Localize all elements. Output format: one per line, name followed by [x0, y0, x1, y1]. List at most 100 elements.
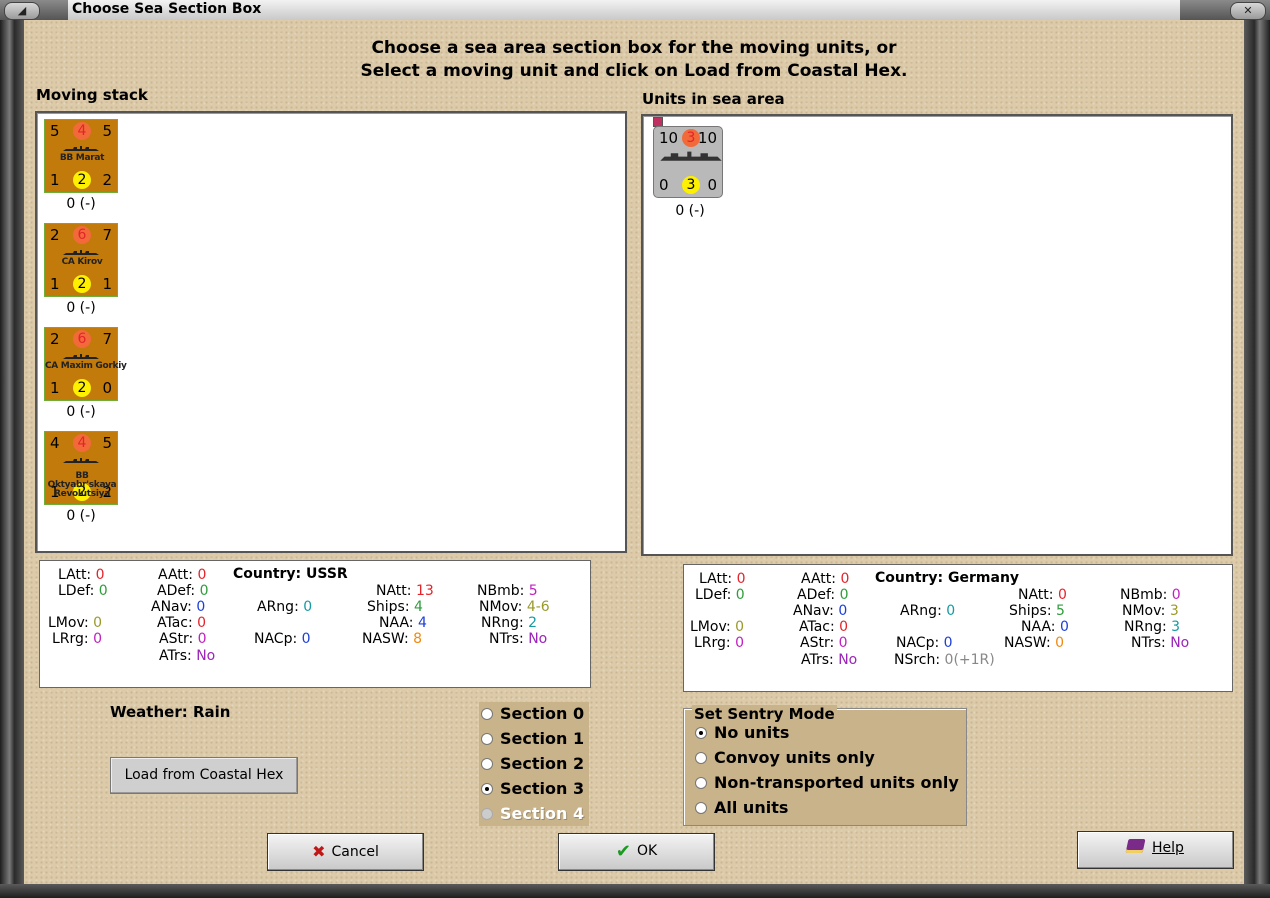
weather-label: Weather:	[110, 703, 188, 721]
unit-counter[interactable]: 5 4 5 1 2 2 BB Marat 0 (-)	[44, 119, 118, 217]
counter-movement-value: 7	[102, 330, 112, 348]
counter-center-bottom-value: 3	[682, 176, 700, 194]
radio-button-icon	[695, 727, 707, 739]
ok-button-label: OK	[636, 843, 658, 859]
unit-counter[interactable]: 2 6 7 1 2 1 CA Kirov 0 (-)	[44, 223, 118, 321]
title-bar-left-ornament: ◢	[0, 0, 68, 20]
stat-ldef: LDef: 0	[58, 583, 108, 599]
radio-button-icon	[695, 777, 707, 789]
stat-atrs: ATrs: No	[801, 652, 858, 668]
stat-nacp: NACp: 0	[896, 635, 953, 651]
stat-atac: ATac: 0	[799, 619, 849, 635]
counter-bottom-right-value: 2	[102, 171, 112, 189]
warship-icon	[63, 458, 99, 463]
unit-name: BB Marat	[59, 153, 105, 163]
x-icon: ✖	[312, 842, 326, 861]
section-label: Section 1	[500, 729, 585, 748]
stat-nmov: NMov: 4-6	[479, 599, 550, 615]
section-label: Section 4	[500, 804, 585, 823]
counter-attack-value: 4	[50, 434, 60, 452]
moving-stack-list[interactable]: 5 4 5 1 2 2 BB Marat 0 (-) 2 6 7 1 2 1 CA Kirov 0 (-) 2 6…	[35, 111, 627, 553]
cancel-button-label: Cancel	[331, 844, 379, 860]
load-from-coastal-hex-button[interactable]: Load from Coastal Hex	[110, 757, 298, 794]
weather-value: Rain	[192, 703, 231, 721]
section-2-radio[interactable]: Section 2	[481, 754, 584, 773]
stat-anav: ANav: 0	[793, 603, 848, 619]
radio-button-icon	[695, 802, 707, 814]
ok-button[interactable]: ✔ OK	[558, 833, 715, 871]
section-label: Section 2	[500, 754, 585, 773]
unit-value: 0 (-)	[66, 196, 96, 212]
stat-naa: NAA: 0	[1021, 619, 1069, 635]
sentry-option-label: Convoy units only	[714, 748, 875, 767]
stat-lrrg: LRrg: 0	[52, 631, 103, 647]
radio-button-icon	[481, 708, 493, 720]
radio-button-icon	[481, 808, 493, 820]
checkmark-icon: ✔	[615, 841, 631, 862]
section-label: Section 0	[500, 704, 585, 723]
sentry-option-0-radio[interactable]: No units	[695, 723, 789, 742]
counter-attack-value: 10	[659, 129, 679, 147]
stat-ldef: LDef: 0	[695, 587, 745, 603]
stat-atrs: ATrs: No	[159, 648, 216, 664]
sea-area-unit-list[interactable]: 10 3 10 0 3 0 0 (-)	[641, 114, 1233, 556]
title-bar-right-ornament: ✕	[1180, 0, 1270, 20]
radio-button-icon	[695, 752, 707, 764]
stat-natt: NAtt: 13	[376, 583, 434, 599]
unit-counter-face: 2 6 7 1 2 0 CA Maxim Gorkiy	[44, 327, 127, 401]
section-3-radio[interactable]: Section 3	[481, 779, 584, 798]
sea-unit-stats: LAtt: 0 LDef: 0 LMov: 0 LRrg: 0 AAtt: 0 …	[683, 564, 1233, 692]
stat-astr: AStr: 0	[800, 635, 848, 651]
warship-icon	[63, 354, 99, 359]
stat-nrng: NRng: 2	[481, 615, 538, 631]
counter-center-bottom-value: 2	[73, 379, 91, 397]
unit-counter-face: 10 3 10 0 3 0	[653, 126, 723, 198]
stat-nasw: NASW: 8	[362, 631, 423, 647]
sentry-option-1-radio[interactable]: Convoy units only	[695, 748, 875, 767]
section-0-radio[interactable]: Section 0	[481, 704, 584, 723]
sentry-option-label: All units	[714, 798, 789, 817]
unit-name: CA Kirov	[61, 257, 103, 267]
sentry-mode-title: Set Sentry Mode	[692, 705, 837, 723]
unit-counter[interactable]: 2 6 7 1 2 0 CA Maxim Gorkiy 0 (-)	[44, 327, 127, 425]
moving-unit-stats: LAtt: 0 LDef: 0 LMov: 0 LRrg: 0 AAtt: 0 …	[39, 560, 591, 688]
instruction-line-1: Choose a sea area section box for the mo…	[371, 38, 897, 58]
close-icon[interactable]: ✕	[1230, 2, 1266, 20]
counter-bottom-left-value: 1	[50, 379, 60, 397]
section-1-radio[interactable]: Section 1	[481, 729, 584, 748]
stat-astr: AStr: 0	[159, 631, 207, 647]
stat-latt: LAtt: 0	[58, 567, 105, 583]
unit-counter[interactable]: 4 4 5 1 2 2 BB Oktyabr'skaya Revolutsiya 0 (-)	[44, 431, 118, 529]
radio-button-icon	[481, 783, 493, 795]
stat-adef: ADef: 0	[797, 587, 849, 603]
instructions: Choose a sea area section box for the mo…	[24, 37, 1244, 83]
window-title: Choose Sea Section Box	[72, 1, 262, 17]
unit-counter[interactable]: 10 3 10 0 3 0 0 (-)	[653, 126, 727, 224]
counter-center-bottom-value: 2	[73, 275, 91, 293]
counter-attack-value: 5	[50, 122, 60, 140]
unit-value: 0 (-)	[675, 203, 705, 219]
stat-arng: ARng: 0	[900, 603, 956, 619]
stat-natt: NAtt: 0	[1018, 587, 1067, 603]
counter-bottom-left-value: 0	[659, 176, 669, 194]
cancel-button[interactable]: ✖ Cancel	[267, 833, 424, 871]
unit-name: CA Maxim Gorkiy	[45, 361, 127, 371]
sentry-option-2-radio[interactable]: Non-transported units only	[695, 773, 959, 792]
instruction-line-2: Select a moving unit and click on Load f…	[360, 61, 908, 81]
sentry-option-3-radio[interactable]: All units	[695, 798, 788, 817]
sentry-mode-group: Set Sentry Mode No units Convoy units onl…	[683, 705, 967, 826]
counter-bottom-left-value: 1	[50, 171, 60, 189]
minimize-icon[interactable]: ◢	[4, 2, 40, 20]
warship-icon	[63, 250, 99, 255]
counter-bottom-right-value: 0	[102, 379, 112, 397]
counter-movement-value: 7	[102, 226, 112, 244]
stat-aatt: AAtt: 0	[158, 567, 207, 583]
help-button[interactable]: Help	[1077, 831, 1234, 869]
stat-nbmb: NBmb: 5	[477, 583, 538, 599]
counter-center-top-value: 4	[73, 434, 91, 452]
dialog-window: ◢ Choose Sea Section Box ✕ Choose a sea …	[0, 0, 1270, 898]
counter-center-top-value: 6	[73, 226, 91, 244]
counter-center-top-value: 6	[73, 330, 91, 348]
counter-bottom-right-value: 0	[707, 176, 717, 194]
stat-nsrch: NSrch: 0(+1R)	[894, 652, 995, 668]
